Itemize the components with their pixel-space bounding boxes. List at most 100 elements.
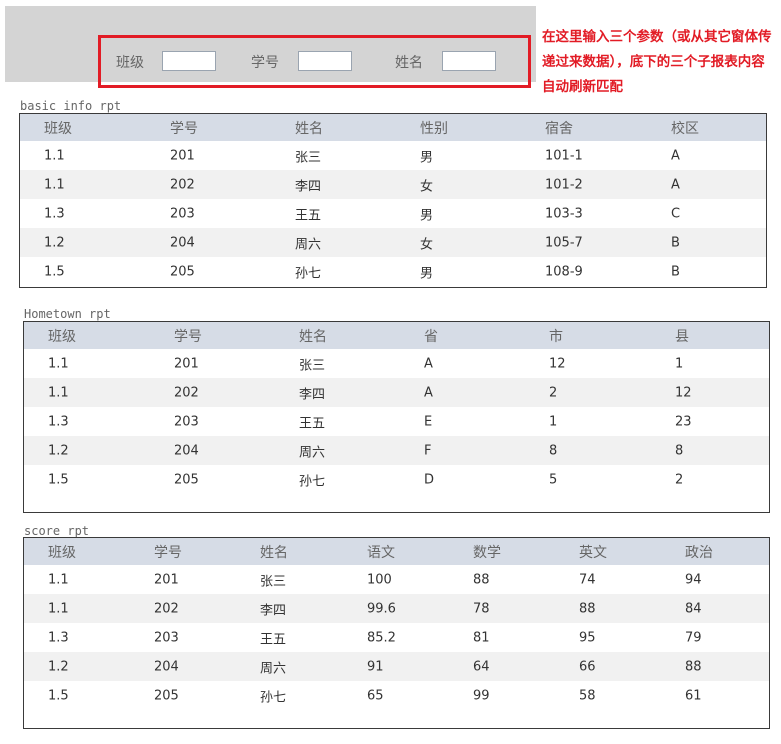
table-cell: 201: [154, 572, 179, 587]
table-cell: 201: [174, 356, 199, 371]
table-cell: 孙七: [295, 266, 322, 281]
table-row[interactable]: 1.2 204 周六 F 8 8: [24, 436, 769, 465]
table-cell: 91: [367, 659, 384, 674]
table-cell: 1.5: [44, 264, 65, 279]
table-header-row: 班级 学号 姓名 性别 宿舍 校区: [20, 114, 766, 141]
column-header: 宿舍: [545, 120, 573, 137]
table-cell: 203: [154, 630, 179, 645]
table-cell: B: [671, 235, 680, 250]
table-cell: 202: [154, 601, 179, 616]
table-cell: 张三: [260, 574, 287, 589]
table-cell: 王五: [260, 632, 287, 647]
hometown-subreport[interactable]: 班级 学号 姓名省市县 1.1 201 张三 A 12 1 1.1 202 李四 A 2 12 1.3 203 王…: [23, 321, 770, 513]
table-cell: 1.1: [48, 572, 69, 587]
table-row[interactable]: 1.3 203 王五 85.2 81 95 79: [24, 623, 769, 652]
table-cell: 202: [174, 385, 199, 400]
table-cell: A: [424, 356, 433, 371]
table-cell: 61: [685, 688, 702, 703]
table-cell: 201: [170, 148, 195, 163]
report-title: score rpt: [24, 524, 90, 538]
table-cell: 101-2: [545, 177, 583, 192]
score-subreport[interactable]: 班级 学号 姓名 语文 数学 英文 政治 1.1 201 张三 100 88 74 94 1.1 202 李四 9…: [23, 537, 770, 729]
table-cell: 202: [170, 177, 195, 192]
table-cell: 108-9: [545, 264, 583, 279]
table-cell: 5: [549, 472, 558, 487]
table-row[interactable]: 1.5 205 孙七 65 99 58 61: [24, 681, 769, 710]
column-header: 学号: [154, 544, 182, 561]
student-id-label: 学号: [251, 55, 279, 71]
table-cell: 74: [579, 572, 596, 587]
table-cell: 64: [473, 659, 490, 674]
table-row[interactable]: 1.2 204 周六 91 64 66 88: [24, 652, 769, 681]
table-cell: 203: [170, 206, 195, 221]
table-cell: 8: [549, 443, 558, 458]
column-header: 性别: [420, 120, 448, 137]
table-cell: 王五: [295, 208, 322, 223]
table-row[interactable]: 1.1 202 李四 A 2 12: [24, 378, 769, 407]
table-row[interactable]: 1.5 205 孙七 D 5 2: [24, 465, 769, 494]
column-header: 姓名: [295, 120, 323, 137]
class-label: 班级: [116, 55, 144, 71]
table-cell: 204: [170, 235, 195, 250]
table-cell: 100: [367, 572, 392, 587]
table-cell: 95: [579, 630, 596, 645]
table-cell: 204: [154, 659, 179, 674]
table-cell: 女: [420, 237, 434, 252]
table-cell: 李四: [299, 387, 326, 402]
student-id-input[interactable]: [298, 51, 352, 71]
table-cell: 2: [675, 472, 684, 487]
table-cell: 205: [174, 472, 199, 487]
table-cell: 李四: [260, 603, 287, 618]
table-cell: 张三: [299, 358, 326, 373]
table-cell: 205: [154, 688, 179, 703]
table-cell: 1: [549, 414, 558, 429]
table-row[interactable]: 1.3 203 王五 男 103-3 C: [20, 199, 766, 228]
table-cell: A: [424, 385, 433, 400]
column-header: 省: [424, 328, 438, 345]
instruction-note: 在这里输入三个参数（或从其它窗体传递过来数据），底下的三个子报表内容自动刷新匹配: [542, 29, 772, 95]
table-row[interactable]: 1.1 201 张三 100 88 74 94: [24, 565, 769, 594]
table-header-row: 班级 学号 姓名 语文 数学 英文 政治: [24, 538, 769, 565]
class-input[interactable]: [162, 51, 216, 71]
table-row[interactable]: 1.3 203 王五 E 1 23: [24, 407, 769, 436]
table-row[interactable]: 1.2 204 周六 女 105-7 B: [20, 228, 766, 257]
column-header: 班级: [48, 328, 76, 345]
table-row[interactable]: 1.1 202 李四 女 101-2 A: [20, 170, 766, 199]
table-cell: 1.5: [48, 472, 69, 487]
column-header: 语文: [367, 544, 395, 561]
table-cell: 1.2: [44, 235, 65, 250]
table-cell: C: [671, 206, 681, 221]
column-header: 学号: [174, 328, 202, 345]
table-cell: 1.2: [48, 443, 69, 458]
report-title: Hometown rpt: [24, 307, 111, 321]
table-row[interactable]: 1.1 201 张三 男 101-1 A: [20, 141, 766, 170]
column-header: 姓名: [299, 328, 327, 345]
table-cell: B: [671, 264, 680, 279]
table-row[interactable]: 1.1 201 张三 A 12 1: [24, 349, 769, 378]
table-cell: 李四: [295, 179, 322, 194]
table-cell: 男: [420, 150, 434, 165]
table-cell: 1.5: [48, 688, 69, 703]
table-cell: 205: [170, 264, 195, 279]
basic-info-subreport[interactable]: 班级 学号 姓名 性别 宿舍 校区 1.1 201 张三男 101-1 A 1.1 202 李四女 101-…: [19, 113, 767, 288]
table-cell: 2: [549, 385, 558, 400]
table-cell: F: [424, 443, 432, 458]
table-cell: 孙七: [260, 690, 287, 705]
table-row[interactable]: 1.5 205 孙七 男 108-9 B: [20, 257, 766, 286]
table-cell: 男: [420, 208, 434, 223]
table-cell: 88: [579, 601, 596, 616]
name-input[interactable]: [442, 51, 496, 71]
column-header: 数学: [473, 544, 501, 561]
table-cell: E: [424, 414, 433, 429]
column-header: 校区: [671, 120, 699, 137]
table-row[interactable]: 1.1 202 李四 99.6 78 88 84: [24, 594, 769, 623]
table-cell: 1.1: [48, 601, 69, 616]
column-header: 班级: [48, 544, 76, 561]
column-header: 英文: [579, 544, 607, 561]
table-cell: 84: [685, 601, 702, 616]
table-cell: 58: [579, 688, 596, 703]
table-cell: 103-3: [545, 206, 583, 221]
table-cell: 88: [473, 572, 490, 587]
table-cell: 1.1: [48, 356, 69, 371]
table-cell: 23: [675, 414, 692, 429]
